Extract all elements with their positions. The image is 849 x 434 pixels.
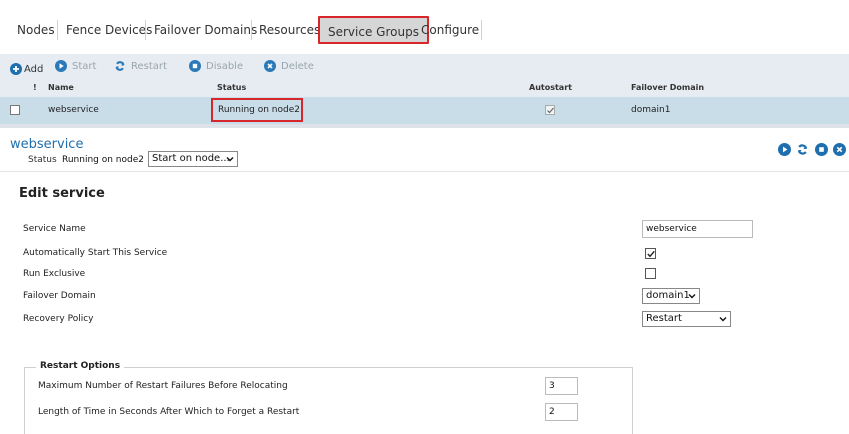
recovery-policy-select-value: Restart bbox=[646, 313, 682, 324]
service-title: webservice bbox=[10, 137, 84, 152]
chevron-down-icon bbox=[688, 294, 696, 299]
col-name[interactable]: Name bbox=[48, 83, 74, 92]
run-exclusive-checkbox[interactable] bbox=[645, 268, 656, 279]
tab-configure[interactable]: Configure bbox=[421, 16, 479, 44]
section-divider bbox=[0, 171, 849, 172]
table-row[interactable]: webservice Running on node2 domain1 bbox=[0, 97, 849, 124]
row-select-checkbox[interactable] bbox=[10, 105, 20, 115]
check-icon bbox=[547, 107, 554, 114]
start-service-icon[interactable] bbox=[778, 143, 791, 156]
row-autostart-checkbox bbox=[545, 105, 555, 115]
tab-failover-domains[interactable]: Failover Domains bbox=[154, 16, 257, 44]
chevron-down-icon bbox=[226, 157, 234, 162]
restart-options-legend: Restart Options bbox=[36, 361, 125, 371]
autostart-checkbox[interactable] bbox=[645, 248, 656, 259]
max-failures-label: Maximum Number of Restart Failures Befor… bbox=[38, 381, 288, 391]
tab-resources[interactable]: Resources bbox=[259, 16, 320, 44]
stop-service-icon[interactable] bbox=[815, 143, 828, 156]
col-autostart[interactable]: Autostart bbox=[529, 83, 572, 92]
tab-service-groups[interactable]: Service Groups bbox=[318, 16, 429, 44]
play-icon bbox=[55, 60, 67, 72]
tab-nodes[interactable]: Nodes bbox=[17, 16, 55, 44]
failover-domain-select-value: domain1 bbox=[646, 290, 690, 301]
panel-divider bbox=[0, 124, 849, 128]
failover-domain-select[interactable]: domain1 bbox=[642, 288, 700, 304]
refresh-icon bbox=[114, 60, 126, 72]
row-status: Running on node2 bbox=[211, 98, 303, 122]
restart-options-group bbox=[24, 367, 633, 434]
delete-label: Delete bbox=[281, 61, 314, 72]
chevron-down-icon bbox=[719, 317, 727, 322]
recovery-policy-select[interactable]: Restart bbox=[642, 311, 731, 327]
toolbar: Add Start Restart Disable Delete bbox=[0, 54, 849, 80]
service-name-input[interactable]: webservice bbox=[642, 220, 753, 238]
delete-button[interactable]: Delete bbox=[264, 59, 314, 75]
row-name: webservice bbox=[48, 105, 99, 115]
nav-separator bbox=[251, 20, 252, 40]
plus-icon bbox=[10, 63, 22, 75]
start-label: Start bbox=[72, 61, 97, 72]
col-flag: ! bbox=[33, 83, 37, 92]
col-status[interactable]: Status bbox=[217, 83, 246, 92]
row-failover-domain: domain1 bbox=[631, 105, 671, 115]
tab-fence-devices[interactable]: Fence Devices bbox=[66, 16, 152, 44]
stop-icon bbox=[189, 60, 201, 72]
top-navigation: Nodes Fence Devices Failover Domains Res… bbox=[0, 0, 849, 54]
delete-service-icon[interactable] bbox=[833, 143, 846, 156]
start-button[interactable]: Start bbox=[55, 59, 96, 75]
service-status-value: Running on node2 bbox=[62, 155, 144, 165]
failover-domain-label: Failover Domain bbox=[23, 291, 96, 301]
disable-button[interactable]: Disable bbox=[189, 59, 243, 75]
add-label: Add bbox=[24, 64, 44, 75]
nav-separator bbox=[481, 20, 482, 40]
recovery-policy-label: Recovery Policy bbox=[23, 314, 94, 324]
autostart-label: Automatically Start This Service bbox=[23, 248, 168, 258]
forget-restart-label: Length of Time in Seconds After Which to… bbox=[38, 407, 300, 417]
col-failover-domain[interactable]: Failover Domain bbox=[631, 83, 704, 92]
check-icon bbox=[647, 250, 655, 258]
edit-service-heading: Edit service bbox=[19, 186, 105, 201]
disable-label: Disable bbox=[206, 61, 244, 72]
add-button[interactable]: Add bbox=[10, 62, 43, 78]
service-name-label: Service Name bbox=[23, 224, 86, 234]
service-action-select-value: Start on node... bbox=[152, 153, 230, 164]
forget-restart-input[interactable]: 2 bbox=[545, 403, 578, 421]
close-icon bbox=[264, 60, 276, 72]
run-exclusive-label: Run Exclusive bbox=[23, 269, 86, 279]
service-status-label: Status bbox=[28, 155, 57, 165]
nav-separator bbox=[145, 20, 146, 40]
nav-separator bbox=[57, 20, 58, 40]
restart-label: Restart bbox=[131, 61, 167, 72]
restart-service-icon[interactable] bbox=[796, 143, 809, 156]
restart-button[interactable]: Restart bbox=[114, 59, 167, 75]
max-failures-input[interactable]: 3 bbox=[545, 377, 578, 395]
table-header: ! Name Status Autostart Failover Domain bbox=[0, 80, 849, 97]
service-action-select[interactable]: Start on node... bbox=[148, 151, 238, 167]
